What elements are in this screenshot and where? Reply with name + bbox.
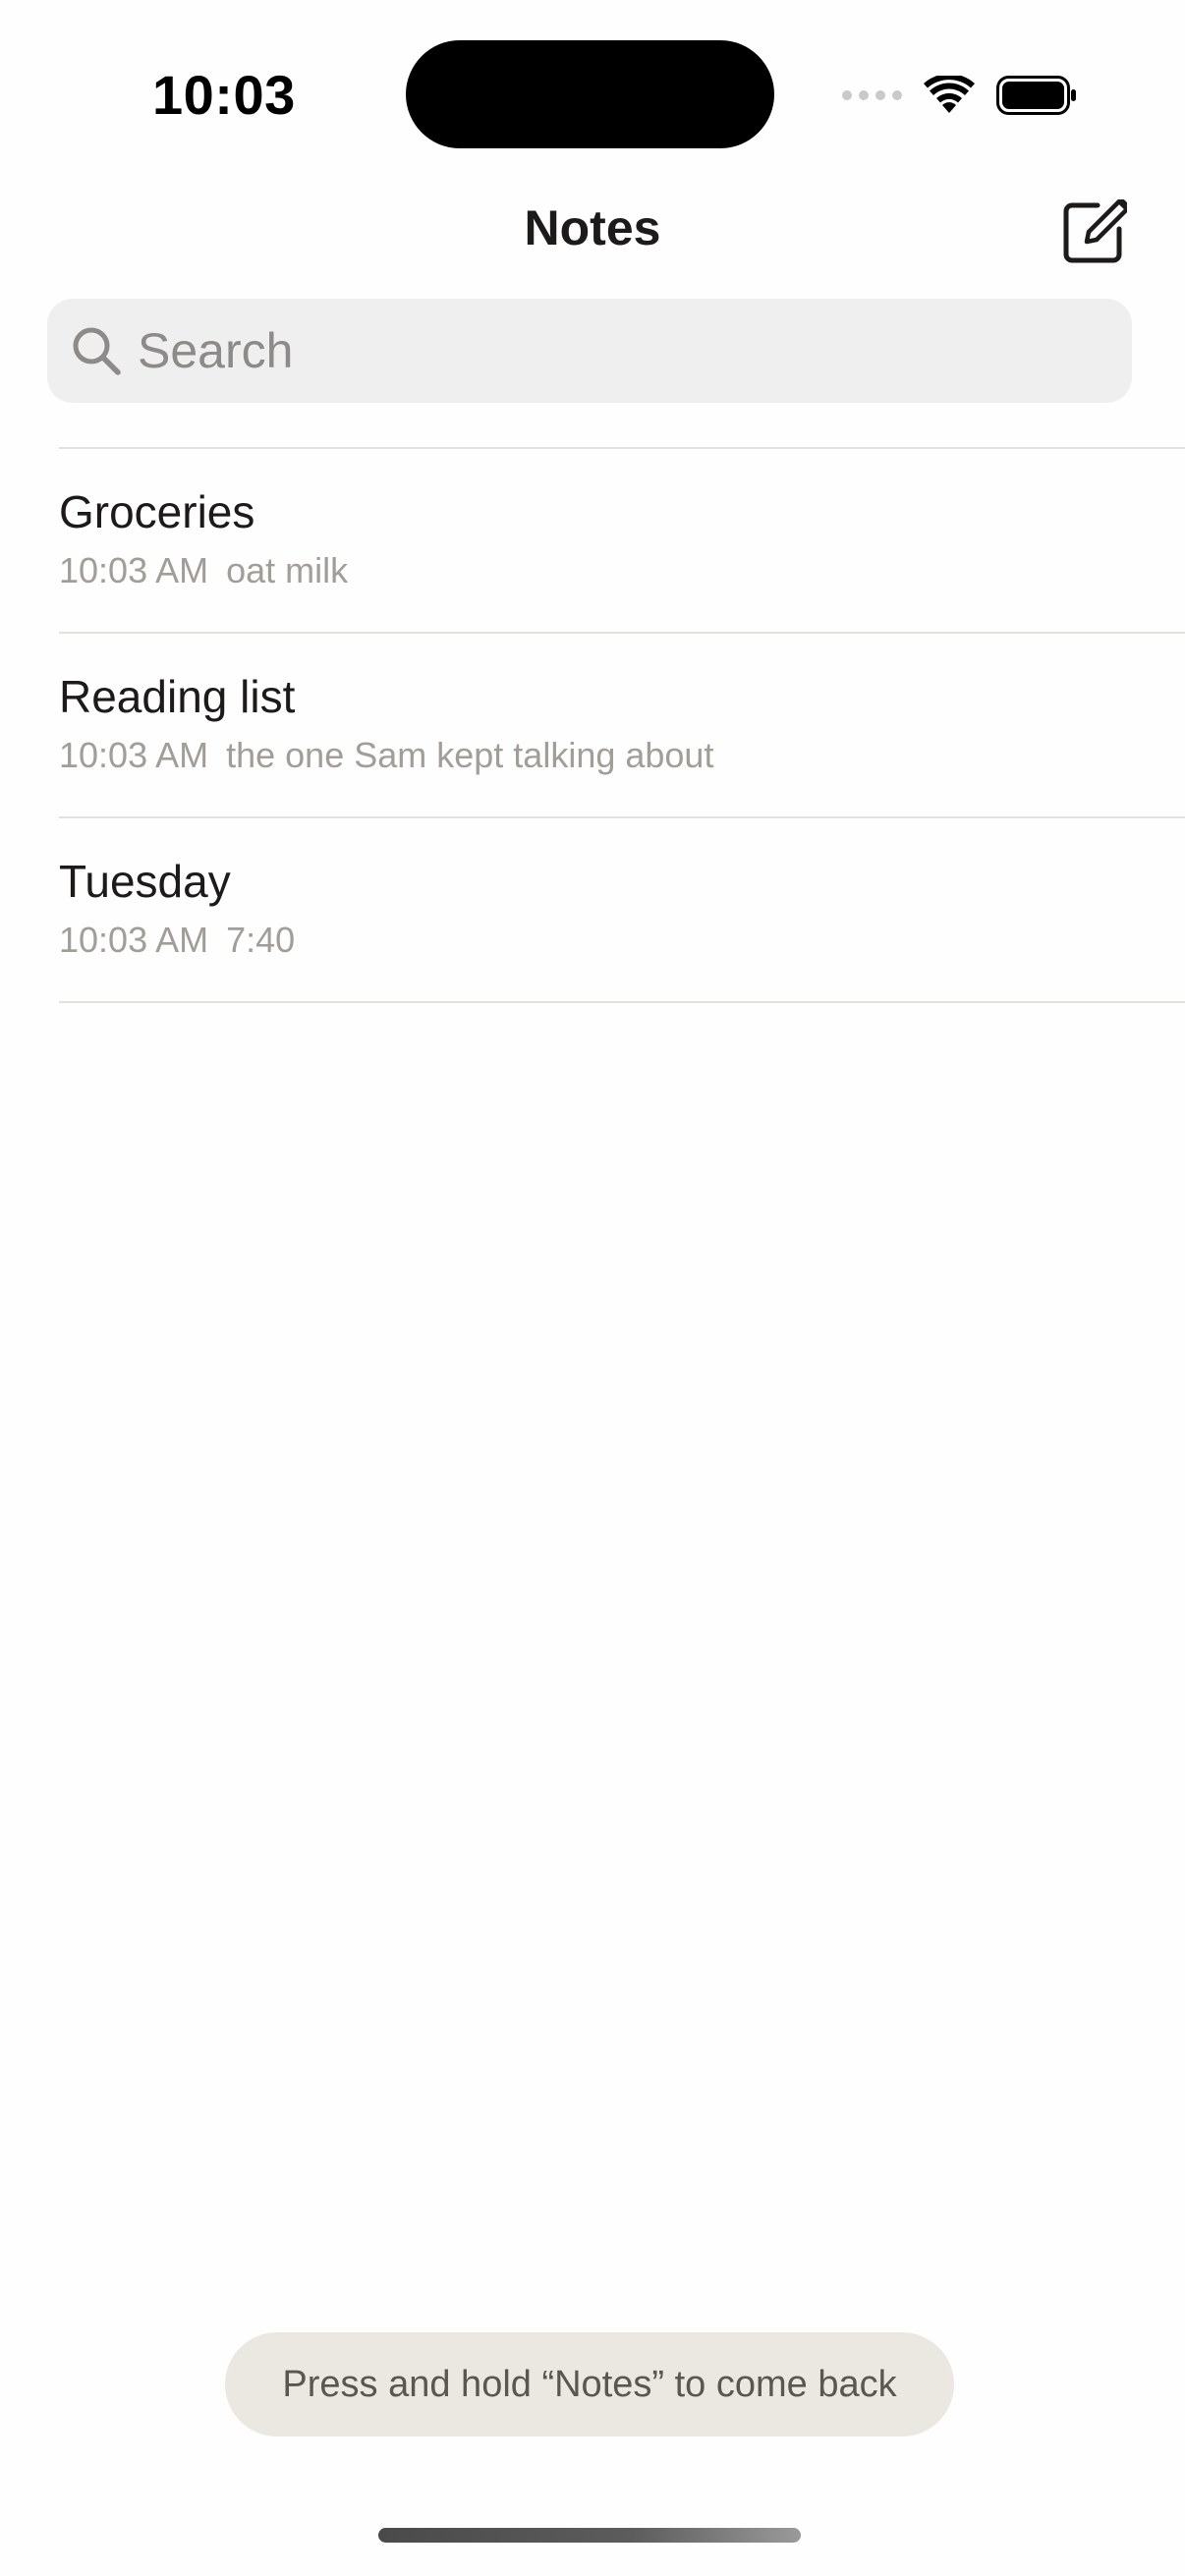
battery-icon: [996, 76, 1076, 115]
compose-button[interactable]: [1059, 196, 1130, 267]
note-preview: oat milk: [226, 550, 349, 590]
status-time: 10:03: [152, 64, 296, 126]
note-title: Tuesday: [59, 856, 231, 907]
note-row-reading-list[interactable]: Reading list 10:03 AM the one Sam kept ta…: [59, 634, 1185, 816]
compose-icon: [1063, 199, 1127, 263]
note-meta: 10:03 AM oat milk: [59, 549, 348, 592]
list-divider: [59, 1001, 1185, 1003]
note-time: 10:03 AM: [59, 735, 209, 775]
search-icon: [69, 323, 124, 378]
status-icons: [842, 71, 1077, 120]
note-meta: 10:03 AM 7:40: [59, 919, 295, 962]
note-meta: 10:03 AM the one Sam kept talking about: [59, 734, 713, 777]
notes-list: Groceries 10:03 AM oat milk Reading list …: [59, 447, 1185, 1003]
wifi-icon: [924, 76, 975, 113]
search-input[interactable]: [138, 311, 1132, 390]
home-indicator[interactable]: [378, 2528, 801, 2543]
note-time: 10:03 AM: [59, 920, 209, 960]
note-preview: the one Sam kept talking about: [226, 735, 714, 775]
page-title: Notes: [524, 200, 661, 255]
note-preview: 7:40: [226, 920, 296, 960]
cellular-signal-icon: [842, 90, 902, 100]
toast-message: Press and hold “Notes” to come back: [225, 2332, 954, 2436]
note-title: Groceries: [59, 486, 255, 537]
notes-screen: 10:03 Notes Search Groceries 10:03 AM oa…: [0, 0, 1185, 2576]
note-time: 10:03 AM: [59, 550, 209, 590]
search-field[interactable]: [47, 299, 1132, 403]
note-row-groceries[interactable]: Groceries 10:03 AM oat milk: [59, 449, 1185, 632]
dynamic-island: [406, 40, 774, 148]
note-title: Reading list: [59, 671, 296, 722]
note-row-tuesday[interactable]: Tuesday 10:03 AM 7:40: [59, 818, 1185, 1001]
